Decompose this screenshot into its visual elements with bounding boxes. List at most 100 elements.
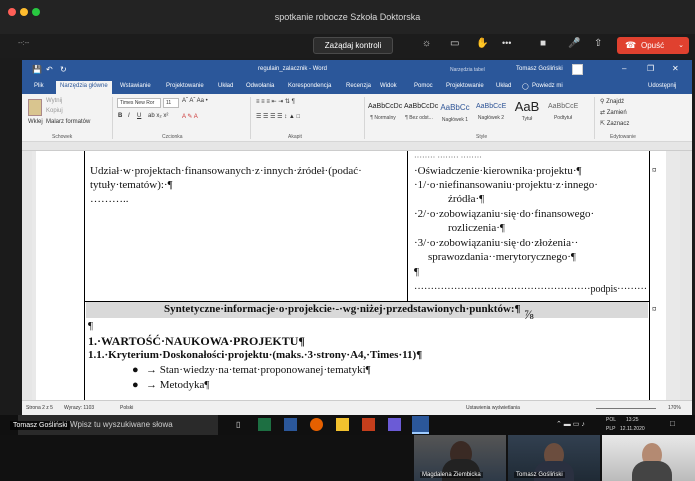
font-color-button[interactable]: A ✎ A: [182, 113, 198, 120]
zoom-slider[interactable]: [596, 408, 656, 409]
system-tray-icons[interactable]: ⌃ ▬ ▭ ♪: [556, 420, 585, 428]
tab-insert[interactable]: Wstawianie: [120, 83, 151, 89]
page-count[interactable]: Strona 2 z 5: [26, 405, 53, 411]
style-title[interactable]: AaB Tytuł: [512, 97, 542, 129]
windows-taskbar: Wpisz tu wyszukiwane słowa ▯ ⌃ ▬ ▭ ♪ POL…: [0, 415, 695, 435]
tab-home[interactable]: Narzędzia główne: [56, 81, 112, 94]
strikethrough-button[interactable]: ab x₂ x²: [148, 113, 168, 119]
save-icon[interactable]: 💾: [32, 65, 42, 74]
microphone-icon[interactable]: 🎤: [568, 38, 580, 49]
style-heading2[interactable]: AaBbCcE Nagłówek 2: [476, 97, 506, 129]
notification-icon[interactable]: □: [670, 419, 675, 428]
zoom-level[interactable]: 170%: [668, 405, 681, 411]
find-button[interactable]: ⚲ Znajdź: [600, 98, 624, 105]
font-size-select[interactable]: 11: [163, 98, 179, 108]
editing-group-label: Edytowanie: [610, 134, 636, 140]
subsection-heading: 1.1.·Kryterium·Doskonałości·projektu·(ma…: [88, 349, 423, 361]
word-count[interactable]: Wyrazy: 1103: [64, 405, 94, 411]
powerpoint-icon[interactable]: [362, 418, 375, 431]
whiteboard-icon[interactable]: ▭: [450, 38, 459, 49]
tab-design[interactable]: Projektowanie: [166, 83, 204, 89]
leave-meeting-button[interactable]: ☎ Opuść ⌄: [617, 37, 689, 54]
format-painter-button[interactable]: Malarz formatów: [46, 119, 90, 125]
display-settings[interactable]: Ustawienia wyświetlania: [466, 405, 520, 411]
ribbon-tabs: Plik Narzędzia główne Wstawianie Projekt…: [22, 80, 692, 94]
language-indicator[interactable]: Polski: [120, 405, 133, 411]
person-silhouette: [534, 461, 574, 481]
phone-icon: ☎: [625, 40, 637, 50]
video-camera-icon[interactable]: ■: [540, 38, 546, 49]
tab-references[interactable]: Odwołania: [246, 83, 274, 89]
keyboard-layout[interactable]: PLP: [606, 426, 615, 432]
user-name[interactable]: Tomasz Gośliński: [516, 66, 563, 72]
document-page[interactable]: Udział·w·projektach·finansowanych·z·inny…: [36, 151, 666, 400]
minimize-icon[interactable]: –: [622, 64, 626, 73]
redo-icon[interactable]: ↻: [60, 65, 67, 74]
undo-icon[interactable]: ↶: [46, 65, 53, 74]
excel-icon[interactable]: [258, 418, 271, 431]
input-language[interactable]: POL: [606, 417, 616, 423]
share-button[interactable]: Udostępnij: [648, 83, 676, 89]
style-normal[interactable]: AaBbCcDc ¶ Normalny: [368, 97, 402, 129]
avatar[interactable]: [572, 64, 583, 75]
annotate-icon[interactable]: ☼: [422, 38, 431, 49]
font-name-select[interactable]: Times New Ror: [117, 98, 161, 108]
bold-button[interactable]: B: [118, 113, 122, 119]
tab-help[interactable]: Pomoc: [414, 83, 433, 89]
tab-layout[interactable]: Układ: [218, 83, 233, 89]
video-tile[interactable]: [602, 435, 695, 481]
copy-button[interactable]: Kopiuj: [46, 108, 63, 114]
grow-font-icon[interactable]: Aˆ Aˇ Aa •: [182, 98, 208, 104]
align-icons[interactable]: ☰ ☰ ☰ ☰ ↕ ▲ □: [256, 113, 300, 120]
paste-icon[interactable]: [28, 99, 42, 116]
vertical-scrollbar[interactable]: [680, 151, 692, 400]
folder-icon[interactable]: [336, 418, 349, 431]
teams-icon[interactable]: [388, 418, 401, 431]
tell-me-input[interactable]: Powiedz mi: [532, 83, 563, 89]
word-icon[interactable]: [284, 418, 297, 431]
zoom-titlebar: spotkanie robocze Szkoła Doktorska: [0, 0, 695, 34]
tab-file[interactable]: Plik: [34, 83, 44, 89]
hand-icon[interactable]: ✋: [476, 38, 488, 49]
text-cursor-icon: ⅞: [524, 307, 534, 322]
request-remote-control-button[interactable]: Zażądaj kontroli: [313, 37, 393, 54]
tab-table-layout[interactable]: Układ: [496, 83, 511, 89]
bullets-icon[interactable]: ≡ ≡ ≡ ⇤ ⇥ ⇅ ¶: [256, 98, 295, 105]
tab-view[interactable]: Widok: [380, 83, 397, 89]
paste-button[interactable]: Wklej: [28, 119, 43, 125]
replace-button[interactable]: ⇄ Zamień: [600, 109, 627, 116]
divider: [594, 97, 595, 139]
declaration-item: ·3/·o·zobowiązaniu·się·do·złożenia··: [414, 237, 579, 249]
summary-heading: Syntetyczne·informacje·o·projekcie·-·wg·…: [164, 303, 521, 315]
declaration-item: rozliczenia·¶: [448, 222, 505, 234]
video-tile[interactable]: Magdalena Ziembicka: [414, 435, 506, 481]
firefox-icon[interactable]: [310, 418, 323, 431]
tab-table-design[interactable]: Projektowanie: [446, 83, 484, 89]
style-subtitle[interactable]: AaBbCcE Podtytuł: [548, 97, 578, 129]
tab-review[interactable]: Recenzja: [346, 83, 371, 89]
vertical-ruler[interactable]: [22, 151, 32, 400]
style-no-spacing[interactable]: AaBbCcDc ¶ Bez odst...: [404, 97, 438, 129]
more-icon[interactable]: •••: [502, 38, 511, 48]
italic-button[interactable]: I: [128, 113, 130, 119]
underline-button[interactable]: U: [137, 113, 141, 119]
table-border: [407, 151, 408, 305]
declaration-item: ·1/·o·niefinansowaniu·projektu·z·innego·: [414, 179, 598, 191]
clock-date[interactable]: 12.11.2020: [620, 426, 645, 432]
word-active-icon[interactable]: [412, 416, 429, 434]
declaration-item: ·2/·o·zobowiązaniu·się·do·finansowego·: [414, 208, 595, 220]
bullet-dot-icon: ●: [132, 379, 139, 391]
select-button[interactable]: ⇱ Zaznacz: [600, 120, 629, 127]
video-tile[interactable]: Tomasz Gośliński: [508, 435, 600, 481]
cut-button[interactable]: Wytnij: [46, 98, 62, 104]
declaration-title: ·Oświadczenie·kierownika·projektu·¶: [414, 165, 582, 177]
horizontal-ruler[interactable]: [22, 142, 692, 151]
clock-time[interactable]: 13:25: [626, 417, 639, 423]
restore-icon[interactable]: ❐: [647, 64, 654, 73]
tab-mailings[interactable]: Korespondencja: [288, 83, 331, 89]
style-heading1[interactable]: AaBbCc Nagłówek 1: [440, 97, 470, 129]
share-screen-icon[interactable]: ⇧: [594, 38, 602, 49]
task-view-icon[interactable]: ▯: [236, 420, 240, 429]
clipboard-group-label: Schowek: [52, 134, 73, 140]
close-icon[interactable]: ✕: [672, 64, 679, 73]
